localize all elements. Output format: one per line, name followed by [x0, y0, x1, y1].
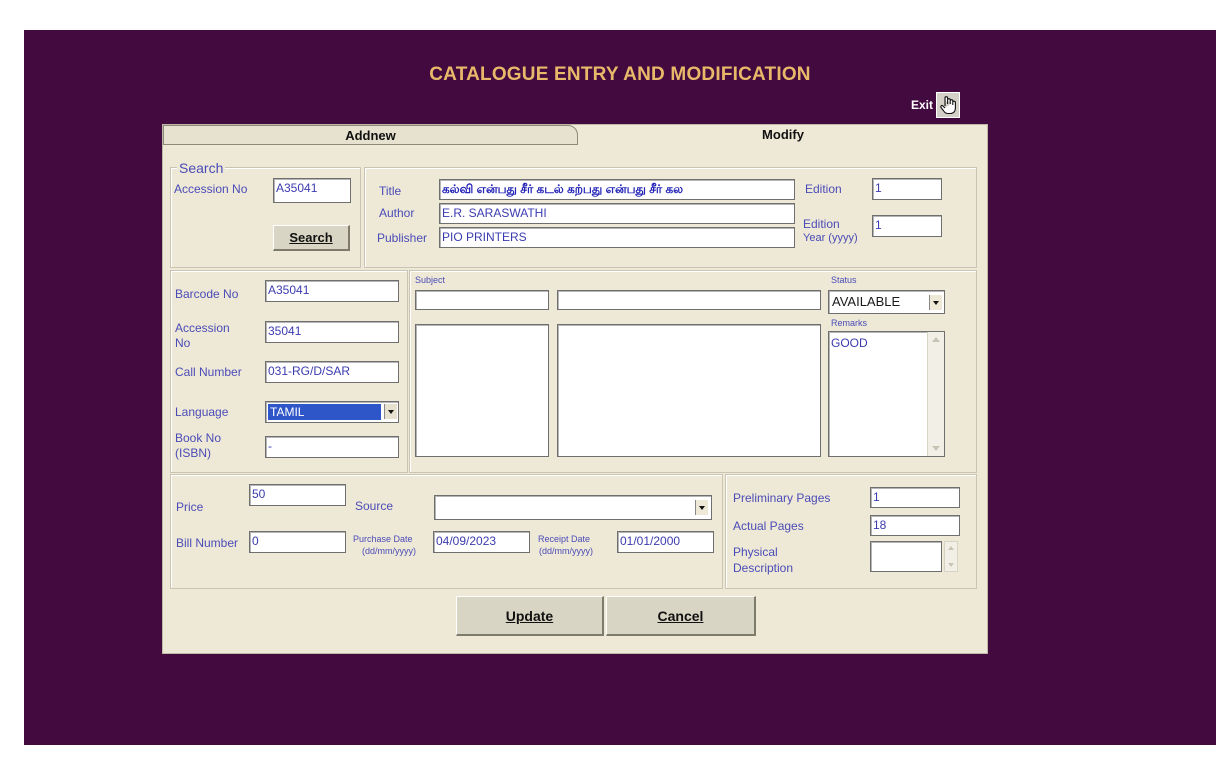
barcode-label: Barcode No [175, 287, 239, 301]
purchase-date-input[interactable]: 04/09/2023 [433, 531, 530, 553]
accession-input[interactable]: 35041 [265, 321, 399, 343]
receipt-date-input[interactable]: 01/01/2000 [617, 531, 714, 553]
book-no-isbn-label: (ISBN) [175, 446, 211, 460]
search-accession-input[interactable]: A35041 [273, 178, 351, 203]
search-group-label: Search [177, 160, 226, 176]
source-select[interactable] [434, 495, 712, 520]
catalogue-panel: Addnew Modify Search Accession No A35041… [162, 124, 988, 654]
app-window: CATALOGUE ENTRY AND MODIFICATION Exit Ad… [24, 30, 1216, 745]
search-button-label: Search [289, 230, 333, 245]
remarks-textarea[interactable]: GOOD [828, 331, 945, 457]
receipt-date-label: Receipt Date [538, 534, 591, 544]
chevron-down-icon [933, 300, 939, 305]
preliminary-pages-label: Preliminary Pages [733, 491, 831, 505]
update-button[interactable]: Update [456, 596, 604, 636]
status-dropdown-button[interactable] [929, 295, 942, 310]
update-button-label: Update [505, 607, 554, 624]
edition-year-label: Edition [803, 217, 840, 231]
bill-number-label: Bill Number [176, 536, 239, 550]
scroll-down-icon[interactable] [932, 446, 940, 451]
language-select[interactable]: TAMIL [265, 401, 399, 423]
physical-description-label-2: Description [733, 561, 794, 575]
call-number-input[interactable]: 031-RG/D/SAR [265, 361, 399, 383]
remarks-label: Remarks [831, 318, 868, 328]
actual-pages-label: Actual Pages [733, 519, 804, 533]
remarks-value: GOOD [831, 336, 868, 350]
source-label: Source [355, 499, 394, 513]
publisher-label: Publisher [377, 231, 428, 245]
price-input[interactable]: 50 [249, 484, 346, 506]
actual-pages-input[interactable]: 18 [870, 515, 960, 536]
page-title: CATALOGUE ENTRY AND MODIFICATION [429, 64, 811, 85]
language-label: Language [175, 405, 229, 419]
exit-button[interactable] [936, 92, 961, 118]
exit-label: Exit [911, 98, 934, 112]
author-label: Author [379, 206, 415, 220]
scroll-up-icon[interactable] [932, 337, 940, 342]
title-input[interactable]: கல்வி என்பது சீர் கடல் கற்பது என்பது சீர… [439, 179, 795, 200]
edition-label: Edition [805, 182, 842, 196]
title-label: Title [379, 184, 402, 198]
tab-addnew[interactable]: Addnew [163, 125, 578, 145]
status-label: Status [831, 275, 857, 285]
status-selected-value: AVAILABLE [832, 294, 901, 309]
subject-list-left[interactable] [415, 324, 549, 457]
scroll-up-icon[interactable] [948, 546, 954, 550]
bill-number-input[interactable]: 0 [249, 531, 346, 553]
barcode-input[interactable]: A35041 [265, 280, 399, 302]
source-dropdown-button[interactable] [695, 500, 708, 515]
status-select[interactable]: AVAILABLE [828, 290, 945, 314]
cancel-button-label: Cancel [657, 607, 704, 624]
subject-list-right[interactable] [557, 324, 821, 457]
search-button[interactable]: Search [273, 225, 350, 251]
exit-control[interactable]: Exit [911, 90, 961, 120]
cancel-button[interactable]: Cancel [606, 596, 756, 636]
edition-year-input[interactable]: 1 [872, 215, 942, 237]
publisher-input[interactable]: PIO PRINTERS [439, 227, 795, 248]
scroll-down-icon[interactable] [948, 563, 954, 567]
tab-modify[interactable]: Modify [578, 125, 988, 145]
edition-year-format-label: Year (yyyy) [803, 232, 858, 244]
edition-input[interactable]: 1 [872, 178, 942, 200]
purchase-date-format-label: (dd/mm/yyyy) [362, 546, 416, 556]
search-accession-label: Accession No [174, 182, 248, 196]
price-label: Price [176, 500, 204, 514]
purchase-date-label: Purchase Date [353, 534, 413, 544]
subject-code-input[interactable] [415, 290, 549, 310]
physical-description-scrollbar[interactable] [944, 541, 958, 572]
receipt-date-format-label: (dd/mm/yyyy) [539, 546, 593, 556]
subject-name-input[interactable] [557, 290, 821, 310]
author-input[interactable]: E.R. SARASWATHI [439, 203, 795, 224]
remarks-scrollbar[interactable] [927, 332, 944, 456]
hand-pointer-icon [940, 96, 956, 115]
accession-label: Accession [175, 321, 230, 335]
chevron-down-icon [388, 409, 394, 414]
language-selected-value: TAMIL [268, 404, 381, 420]
physical-description-input[interactable] [870, 541, 942, 572]
book-no-input[interactable]: - [265, 436, 399, 458]
preliminary-pages-input[interactable]: 1 [870, 487, 960, 508]
subject-label: Subject [415, 275, 446, 285]
physical-description-label: Physical [733, 545, 778, 559]
accession-label-no: No [175, 336, 191, 350]
chevron-down-icon [699, 505, 705, 510]
language-dropdown-button[interactable] [384, 404, 397, 419]
book-no-label: Book No [175, 431, 222, 445]
call-number-label: Call Number [175, 365, 242, 379]
